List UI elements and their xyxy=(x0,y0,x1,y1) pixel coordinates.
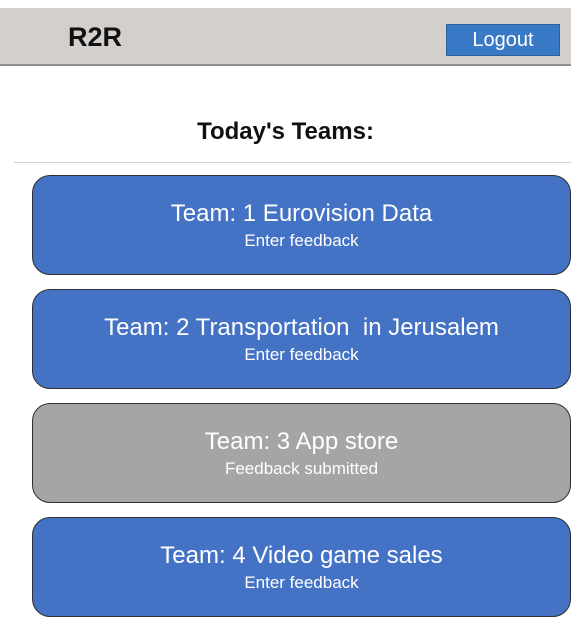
logout-button[interactable]: Logout xyxy=(446,24,560,56)
team-status: Feedback submitted xyxy=(224,459,379,478)
team-name: Team: 3 App store xyxy=(204,428,399,455)
title-divider xyxy=(14,162,571,163)
team-status: Enter feedback xyxy=(244,573,359,592)
app-brand: R2R xyxy=(68,22,123,52)
top-header: R2R Logout xyxy=(0,8,571,66)
team-status: Enter feedback xyxy=(244,345,359,364)
page-title: Today's Teams: xyxy=(197,118,374,145)
team-status: Enter feedback xyxy=(244,231,359,250)
team-list: Team: 1 Eurovision Data Enter feedback T… xyxy=(32,175,571,631)
team-name: Team: 2 Transportation in Jerusalem xyxy=(104,314,499,341)
team-card-2[interactable]: Team: 2 Transportation in Jerusalem Ente… xyxy=(32,289,571,389)
team-name: Team: 4 Video game sales xyxy=(160,542,443,569)
team-card-4[interactable]: Team: 4 Video game sales Enter feedback xyxy=(32,517,571,617)
team-name: Team: 1 Eurovision Data xyxy=(170,200,433,227)
team-card-1[interactable]: Team: 1 Eurovision Data Enter feedback xyxy=(32,175,571,275)
team-card-3[interactable]: Team: 3 App store Feedback submitted xyxy=(32,403,571,503)
